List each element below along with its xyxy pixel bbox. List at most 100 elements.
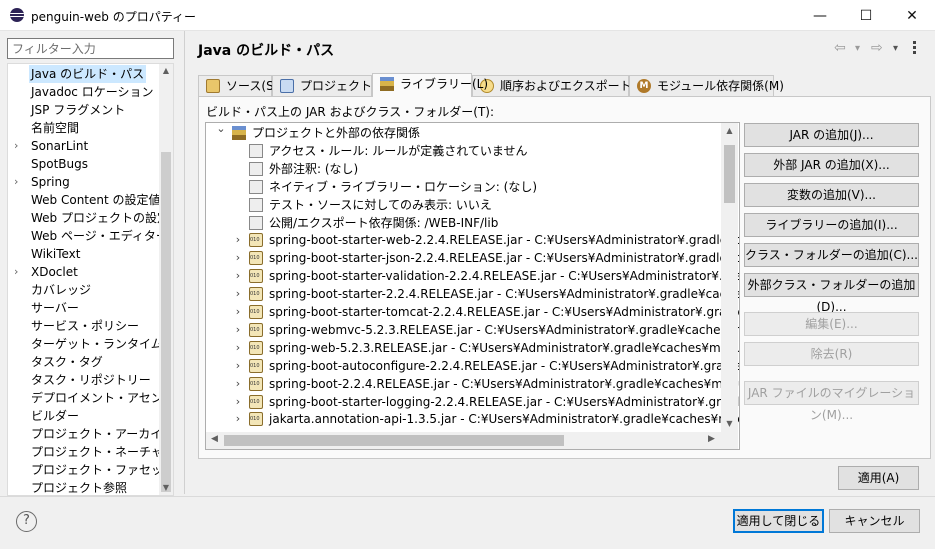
forward-icon[interactable]: ⇨: [871, 40, 883, 56]
tab-order-export[interactable]: 順序およびエクスポート(O): [472, 75, 650, 97]
nav-item-label: SpotBugs: [31, 157, 88, 171]
migrate-jar-button[interactable]: JAR ファイルのマイグレーション(M)...: [744, 381, 919, 422]
add-external-jar-button[interactable]: 外部 JAR の追加(X)...: [744, 153, 919, 177]
tab-source[interactable]: ソース(S): [198, 75, 278, 97]
nav-item[interactable]: デプロイメント・アセンブリー: [8, 389, 173, 407]
chevron-right-icon[interactable]: ›: [231, 410, 245, 428]
filter-input[interactable]: [7, 38, 174, 59]
nav-item[interactable]: サーバー: [8, 299, 160, 317]
nav-scrollbar[interactable]: ▲ ▼: [159, 64, 173, 495]
back-icon[interactable]: ⇦: [834, 40, 846, 56]
jar-icon: [249, 287, 263, 302]
nav-item[interactable]: › SonarLint: [8, 137, 160, 155]
add-library-button[interactable]: ライブラリーの追加(I)...: [744, 213, 919, 237]
classpath-tree[interactable]: ⌄ プロジェクトと外部の依存関係 アクセス・ルール: ルールが定義されていません 外部…: [205, 122, 740, 450]
nav-item-label: XDoclet: [31, 265, 78, 279]
cancel-button[interactable]: キャンセル: [829, 509, 920, 533]
tree-vertical-scrollbar[interactable]: ▲ ▼: [721, 123, 738, 432]
help-icon[interactable]: ?: [16, 511, 37, 532]
chevron-right-icon[interactable]: ›: [231, 249, 245, 267]
nav-item-label: JSP フラグメント: [31, 103, 126, 117]
scroll-thumb[interactable]: [161, 152, 171, 492]
tree-item-label: spring-boot-starter-2.2.4.RELEASE.jar - …: [269, 287, 739, 302]
chevron-right-icon[interactable]: ›: [14, 173, 18, 191]
view-menu-icon[interactable]: [913, 39, 917, 56]
add-variable-button[interactable]: 変数の追加(V)...: [744, 183, 919, 207]
nav-item[interactable]: タスク・タグ: [8, 353, 160, 371]
jar-icon: [249, 322, 263, 337]
edit-button[interactable]: 編集(E)...: [744, 312, 919, 336]
tab-libraries[interactable]: ライブラリー(L): [372, 73, 488, 97]
scroll-thumb[interactable]: [724, 145, 735, 203]
tab-projects[interactable]: プロジェクト(P): [272, 75, 389, 97]
chevron-right-icon[interactable]: ›: [231, 375, 245, 393]
apply-button[interactable]: 適用(A): [838, 466, 919, 490]
nav-item[interactable]: › XDoclet: [8, 263, 160, 281]
apply-and-close-button[interactable]: 適用して閉じる: [733, 509, 824, 533]
nav-item[interactable]: ビルダー: [8, 407, 160, 425]
add-class-folder-button[interactable]: クラス・フォルダーの追加(C)...: [744, 243, 919, 267]
nav-item[interactable]: › Spring: [8, 173, 160, 191]
nav-item[interactable]: プロジェクト・アーカイブ: [8, 425, 173, 443]
nav-item[interactable]: ターゲット・ランタイム: [8, 335, 163, 353]
nav-item[interactable]: JSP フラグメント: [8, 101, 160, 119]
minimize-button[interactable]: —: [797, 0, 843, 31]
nav-item[interactable]: プロジェクト参照: [8, 479, 160, 495]
nav-item[interactable]: SpotBugs: [8, 155, 160, 173]
remove-button[interactable]: 除去(R): [744, 342, 919, 366]
nav-item[interactable]: WikiText: [8, 245, 160, 263]
nav-item[interactable]: Web Content の設定値: [8, 191, 161, 209]
jar-icon: [249, 233, 263, 248]
scrollbar-corner: [721, 432, 738, 449]
scroll-left-icon[interactable]: ◀: [211, 434, 218, 444]
chevron-right-icon[interactable]: ›: [14, 137, 18, 155]
nav-item-label: プロジェクト・ファセット: [31, 463, 174, 477]
tree-item-label: ネイティブ・ライブラリー・ロケーション: (なし): [269, 179, 538, 194]
scroll-up-icon[interactable]: ▲: [721, 126, 738, 135]
nav-item[interactable]: Web ページ・エディター: [8, 227, 168, 245]
nav-item[interactable]: Javadoc ロケーション: [8, 83, 160, 101]
pane-divider[interactable]: [184, 31, 185, 494]
nav-item[interactable]: Java のビルド・パス: [8, 65, 160, 83]
chevron-right-icon[interactable]: ›: [231, 267, 245, 285]
nav-item[interactable]: プロジェクト・ファセット: [8, 461, 173, 479]
scroll-up-icon[interactable]: ▲: [159, 66, 173, 75]
nav-item-label: サーバー: [31, 301, 79, 315]
nav-item[interactable]: カバレッジ: [8, 281, 160, 299]
chevron-right-icon[interactable]: ›: [231, 231, 245, 249]
close-button[interactable]: ✕: [889, 0, 935, 31]
maximize-button[interactable]: ☐: [843, 0, 889, 31]
jar-icon: [249, 251, 263, 266]
tab-module-dependencies[interactable]: M モジュール依存関係(M): [629, 75, 784, 97]
add-jar-button[interactable]: JAR の追加(J)...: [744, 123, 919, 147]
nav-item[interactable]: 名前空間: [8, 119, 160, 137]
tree-horizontal-scrollbar[interactable]: ◀ ▶: [206, 432, 721, 449]
chevron-right-icon[interactable]: ›: [14, 263, 18, 281]
jar-icon: [249, 340, 263, 355]
nav-item-label: Web ページ・エディター: [31, 229, 168, 243]
nav-item[interactable]: サービス・ポリシー: [8, 317, 160, 335]
nav-item[interactable]: タスク・リポジトリー: [8, 371, 160, 389]
scroll-down-icon[interactable]: ▼: [159, 483, 173, 492]
chevron-down-icon[interactable]: ⌄: [214, 123, 228, 138]
chevron-right-icon[interactable]: ›: [231, 357, 245, 375]
library-icon: [380, 77, 394, 91]
scroll-down-icon[interactable]: ▼: [721, 419, 738, 428]
scroll-thumb[interactable]: [224, 435, 564, 446]
nav-item-label: デプロイメント・アセンブリー: [31, 391, 173, 405]
footer-divider: [0, 496, 935, 497]
back-dropdown-icon[interactable]: ▾: [855, 43, 860, 54]
tree-item-label: spring-boot-starter-json-2.2.4.RELEASE.j…: [269, 251, 739, 266]
chevron-right-icon[interactable]: ›: [231, 285, 245, 303]
forward-dropdown-icon[interactable]: ▾: [893, 43, 898, 54]
nav-item[interactable]: プロジェクト・ネーチャー: [8, 443, 173, 461]
chevron-right-icon[interactable]: ›: [231, 339, 245, 357]
nav-item[interactable]: Web プロジェクトの設定: [8, 209, 169, 227]
nav-item-label: Spring: [31, 175, 70, 189]
add-external-class-folder-button[interactable]: 外部クラス・フォルダーの追加(D)...: [744, 273, 919, 314]
chevron-right-icon[interactable]: ›: [231, 303, 245, 321]
chevron-right-icon[interactable]: ›: [231, 393, 245, 411]
scroll-right-icon[interactable]: ▶: [708, 434, 715, 444]
chevron-right-icon[interactable]: ›: [231, 321, 245, 339]
native-library-icon: [249, 179, 263, 194]
